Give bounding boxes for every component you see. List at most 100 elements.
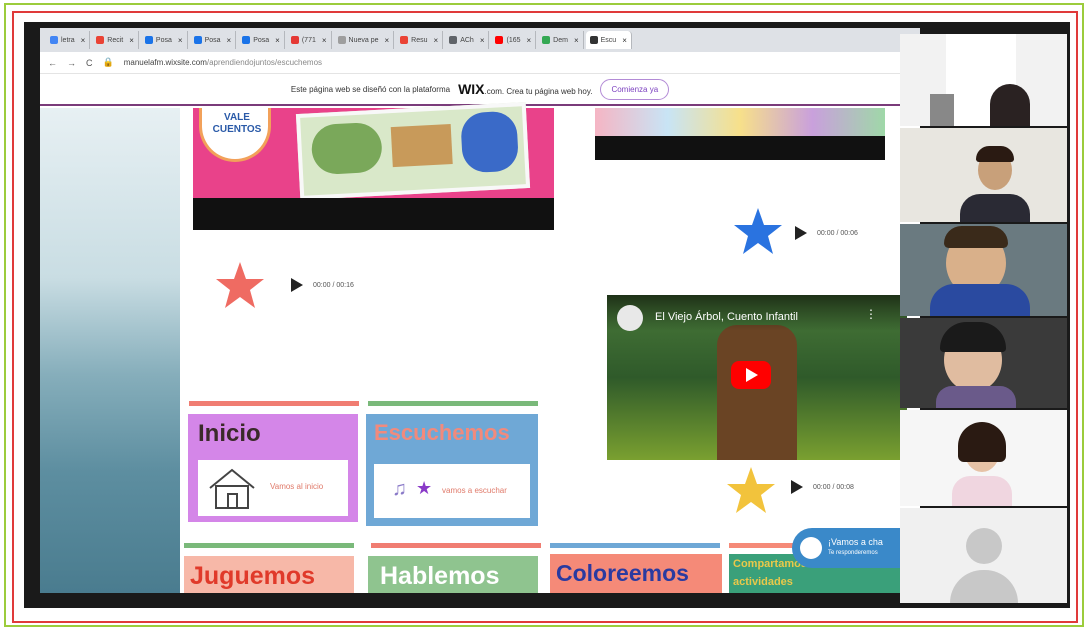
star-icon: ★ bbox=[416, 478, 433, 498]
close-tab-icon[interactable]: × bbox=[178, 36, 183, 45]
tab-favicon-icon bbox=[193, 36, 202, 44]
house-icon bbox=[209, 468, 255, 509]
card-accent-bar bbox=[550, 543, 720, 548]
participant-tile[interactable] bbox=[900, 34, 1067, 126]
tab-favicon-icon bbox=[144, 36, 153, 44]
browser-tab[interactable]: Posa × bbox=[190, 31, 237, 49]
tab-favicon-icon bbox=[290, 36, 299, 44]
start-now-button[interactable]: Comienza ya bbox=[600, 78, 670, 100]
tab-label: letra bbox=[61, 36, 75, 44]
play-icon[interactable] bbox=[291, 278, 303, 292]
chat-icon bbox=[800, 537, 822, 559]
video-call-screen: letra × Recit × Posa × Posa × Posa × (771 × Nueva pe… bbox=[24, 22, 1070, 608]
browser-tab[interactable]: Nueva pe × bbox=[334, 31, 395, 49]
browser-tab[interactable]: Dem × bbox=[538, 31, 584, 49]
tab-label: (771 bbox=[301, 36, 316, 44]
card-accent-bar bbox=[371, 543, 541, 548]
chat-text: ¡Vamos a cha bbox=[828, 537, 883, 547]
wix-banner: Este página web se diseñó con la platafo… bbox=[40, 74, 920, 106]
close-tab-icon[interactable]: × bbox=[275, 36, 280, 45]
close-tab-icon[interactable]: × bbox=[434, 36, 439, 45]
participant-tile[interactable] bbox=[900, 318, 1067, 408]
audio-time: 00:00 / 00:16 bbox=[313, 281, 354, 289]
card-link-text[interactable]: Vamos al inicio bbox=[270, 482, 323, 491]
audio-player[interactable]: 00:00 / 00:08 bbox=[791, 480, 854, 494]
tab-label: Nueva pe bbox=[348, 36, 379, 44]
close-tab-icon[interactable]: × bbox=[480, 36, 485, 45]
video-title[interactable]: El Viejo Árbol, Cuento Infantil bbox=[655, 311, 798, 323]
card-link-box[interactable]: ♫ ★ vamos a escuchar bbox=[374, 464, 530, 518]
browser-tab[interactable]: Resu × bbox=[396, 31, 444, 49]
tab-label: Resu bbox=[411, 36, 428, 44]
youtube-video[interactable]: El Viejo Árbol, Cuento Infantil ⋮ bbox=[607, 295, 907, 460]
juguemos-card[interactable]: Juguemos bbox=[184, 556, 354, 593]
close-tab-icon[interactable]: × bbox=[622, 36, 627, 45]
participant-tile[interactable] bbox=[900, 128, 1067, 222]
card-accent-bar bbox=[184, 543, 354, 548]
audio-time: 00:00 / 00:08 bbox=[813, 483, 854, 491]
audio-player[interactable]: 00:00 / 00:06 bbox=[795, 226, 858, 240]
participant-panel bbox=[900, 28, 1067, 603]
close-tab-icon[interactable]: × bbox=[129, 36, 134, 45]
play-button[interactable] bbox=[731, 361, 771, 389]
browser-tab[interactable]: ACh × bbox=[445, 31, 490, 49]
audio-player[interactable]: 00:00 / 00:16 bbox=[291, 278, 354, 292]
lock-icon: 🔒 bbox=[102, 57, 114, 67]
escuchemos-card[interactable]: Escuchemos ♫ ★ vamos a escuchar bbox=[366, 414, 538, 526]
close-tab-icon[interactable]: × bbox=[81, 36, 86, 45]
wix-page: VALE CUENTOS 00:00 / 00:16 00:00 / 00:06… bbox=[40, 102, 920, 593]
close-tab-icon[interactable]: × bbox=[322, 36, 327, 45]
storybook-image: VALE CUENTOS bbox=[193, 102, 554, 230]
more-options-icon[interactable]: ⋮ bbox=[865, 307, 877, 321]
forward-arrow-icon[interactable]: → bbox=[67, 58, 76, 68]
avatar-placeholder-icon bbox=[966, 528, 1002, 564]
browser-tab-bar: letra × Recit × Posa × Posa × Posa × (771 × Nueva pe… bbox=[40, 28, 920, 52]
card-link-box[interactable]: Vamos al inicio bbox=[198, 460, 348, 516]
card-accent-bar bbox=[189, 401, 359, 406]
hablemos-card[interactable]: Hablemos bbox=[368, 556, 538, 593]
close-tab-icon[interactable]: × bbox=[227, 36, 232, 45]
browser-tab[interactable]: Escu × bbox=[585, 31, 632, 49]
browser-tab[interactable]: letra × bbox=[46, 31, 91, 49]
participant-tile[interactable] bbox=[900, 410, 1067, 506]
participant-tile[interactable] bbox=[900, 224, 1067, 316]
star-icon bbox=[727, 467, 775, 513]
tab-favicon-icon bbox=[495, 36, 504, 44]
star-icon bbox=[216, 262, 264, 308]
tab-label: Recit bbox=[107, 36, 124, 44]
kids-image-strip bbox=[595, 108, 885, 160]
wix-banner-text-after: .com. Crea tu página web hoy. bbox=[484, 87, 593, 96]
browser-address-bar: ← → C 🔒 manuelafm.wixsite.com/aprendiend… bbox=[40, 52, 920, 74]
close-tab-icon[interactable]: × bbox=[527, 36, 532, 45]
participant-tile-no-video[interactable] bbox=[900, 508, 1067, 603]
tab-label: Escu bbox=[600, 36, 617, 44]
star-icon bbox=[734, 208, 782, 254]
inicio-card[interactable]: Inicio Vamos al inicio bbox=[188, 414, 358, 522]
card-link-text[interactable]: vamos a escuchar bbox=[442, 486, 507, 495]
back-arrow-icon[interactable]: ← bbox=[48, 58, 57, 68]
browser-tab[interactable]: (771 × bbox=[287, 31, 332, 49]
browser-tab[interactable]: (165 × bbox=[491, 31, 537, 49]
coloreemos-card[interactable]: Coloreemos bbox=[550, 554, 722, 593]
play-icon[interactable] bbox=[791, 480, 803, 494]
sea-background-image bbox=[40, 108, 180, 593]
wix-logo: WIX bbox=[458, 81, 485, 97]
tab-label: Posa bbox=[204, 36, 221, 44]
tab-label: ACh bbox=[460, 36, 474, 44]
card-title: Coloreemos bbox=[556, 560, 689, 586]
browser-tab[interactable]: Posa × bbox=[238, 31, 285, 49]
close-tab-icon[interactable]: × bbox=[385, 36, 390, 45]
tab-favicon-icon bbox=[400, 36, 409, 44]
reload-icon[interactable]: C bbox=[86, 58, 93, 68]
tab-favicon-icon bbox=[96, 36, 105, 44]
tab-favicon-icon bbox=[337, 36, 346, 44]
card-accent-bar bbox=[368, 401, 538, 406]
wix-banner-text: Este página web se diseñó con la platafo… bbox=[290, 84, 451, 94]
browser-tab[interactable]: Recit × bbox=[92, 31, 139, 49]
url-field[interactable]: manuelafm.wixsite.com/aprendiendojuntos/… bbox=[124, 58, 322, 67]
browser-tab[interactable]: Posa × bbox=[141, 31, 188, 49]
channel-avatar[interactable] bbox=[617, 305, 643, 331]
chat-subtext: Te responderemos bbox=[828, 550, 878, 556]
play-icon[interactable] bbox=[795, 226, 807, 240]
close-tab-icon[interactable]: × bbox=[574, 36, 579, 45]
